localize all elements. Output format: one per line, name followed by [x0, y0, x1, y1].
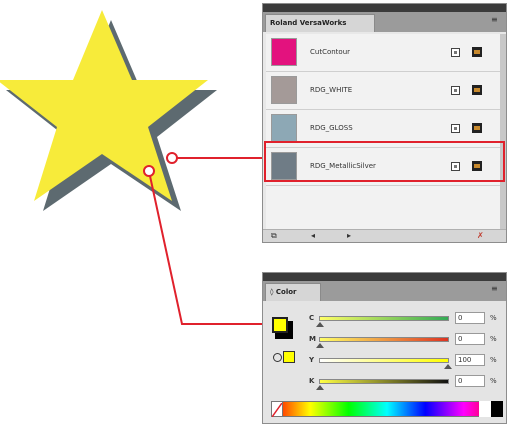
color-panel: ◊ Color ≡ C 0 % M 0 % Y 100 % K 0 % — [262, 272, 507, 424]
next-icon[interactable]: ▸ — [347, 231, 351, 241]
swatch-name: RDG_GLOSS — [310, 124, 353, 132]
slider-label: K — [309, 377, 315, 385]
slider-track[interactable] — [319, 337, 449, 342]
swatch-chip — [271, 114, 297, 142]
cmyk-mode-icon — [472, 85, 482, 95]
slider-unit: % — [490, 314, 497, 322]
slider-label: M — [309, 335, 316, 343]
panel-title-bar[interactable] — [263, 4, 506, 12]
swatch-chip — [271, 76, 297, 104]
spot-color-icon — [451, 48, 460, 57]
slider-track[interactable] — [319, 316, 449, 321]
selected-swatch-highlight — [264, 141, 505, 182]
cmyk-mode-icon — [472, 123, 482, 133]
slider-track[interactable] — [319, 358, 449, 363]
swatch-bottom-bar: ⧉ ◂ ▸ ✗ — [263, 229, 506, 242]
previous-icon[interactable]: ◂ — [311, 231, 315, 241]
slider-unit: % — [490, 356, 497, 364]
slider-row-c: C 0 % — [263, 311, 506, 329]
delete-swatch-icon[interactable]: ✗ — [477, 231, 484, 241]
panel-title-bar[interactable] — [263, 273, 506, 281]
panel-menu-icon[interactable]: ≡ — [491, 15, 498, 24]
none-slash-icon — [271, 402, 283, 418]
slider-thumb[interactable] — [316, 385, 324, 390]
tab-color[interactable]: ◊ Color — [265, 283, 321, 301]
spot-color-icon — [451, 124, 460, 133]
tab-roland-versaworks[interactable]: Roland VersaWorks — [265, 14, 375, 32]
slider-unit: % — [490, 335, 497, 343]
swatch-name: RDG_WHITE — [310, 86, 353, 94]
slider-thumb[interactable] — [444, 364, 452, 369]
swatch-scrollbar[interactable] — [500, 34, 506, 230]
swatch-row[interactable]: RDG_WHITE — [266, 72, 500, 110]
spot-color-icon — [451, 86, 460, 95]
slider-label: C — [309, 314, 315, 322]
spectrum-white-chip[interactable] — [479, 401, 491, 417]
swatch-list: CutContour RDG_WHITE RDG_GLOSS RDG_Metal… — [266, 34, 500, 230]
slider-row-y: Y 100 % — [263, 353, 506, 371]
swatch-row[interactable]: CutContour — [266, 34, 500, 72]
swatch-chip — [271, 38, 297, 66]
spectrum-black-chip[interactable] — [491, 401, 503, 417]
slider-unit: % — [490, 377, 497, 385]
slider-value-input[interactable]: 100 — [455, 354, 485, 366]
slider-value-input[interactable]: 0 — [455, 333, 485, 345]
swatch-library-menu-icon[interactable]: ⧉ — [271, 231, 277, 241]
color-spectrum-bar[interactable] — [271, 401, 503, 417]
panel-menu-icon[interactable]: ≡ — [491, 284, 498, 293]
slider-label: Y — [309, 356, 315, 364]
tab-color-label: Color — [275, 288, 297, 296]
swatch-name: CutContour — [310, 48, 351, 56]
slider-thumb[interactable] — [316, 343, 324, 348]
slider-value-input[interactable]: 0 — [455, 375, 485, 387]
slider-row-m: M 0 % — [263, 332, 506, 350]
panel-tab-row: Roland VersaWorks ≡ — [263, 12, 506, 32]
slider-track[interactable] — [319, 379, 449, 384]
callout-dot-color — [143, 165, 155, 177]
cmyk-mode-icon — [472, 47, 482, 57]
slider-row-k: K 0 % — [263, 374, 506, 392]
swatches-panel: Roland VersaWorks ≡ CutContour RDG_WHITE… — [262, 3, 507, 243]
callout-dot-swatch — [166, 152, 178, 164]
slider-thumb[interactable] — [316, 322, 324, 327]
panel-tab-row: ◊ Color ≡ — [263, 281, 506, 301]
slider-value-input[interactable]: 0 — [455, 312, 485, 324]
none-color-icon[interactable] — [271, 401, 283, 418]
